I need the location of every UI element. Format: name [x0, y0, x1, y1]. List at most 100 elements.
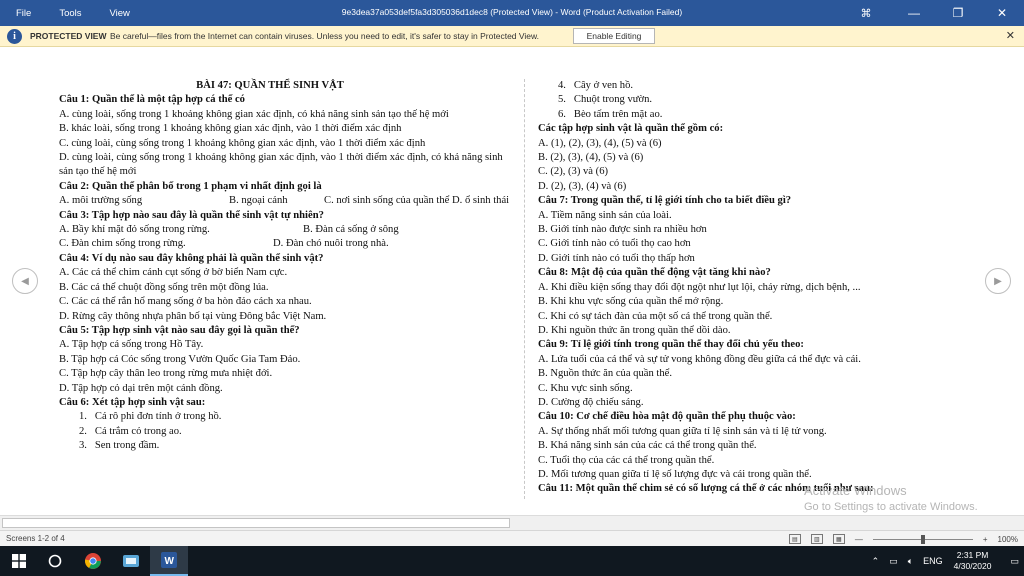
search-button[interactable] [36, 546, 74, 576]
chevron-right-icon: ▶ [994, 275, 1002, 287]
answer-line: D. Giới tính nào có tuổi thọ thấp hơn [538, 252, 695, 264]
app-taskbar-button[interactable] [112, 546, 150, 576]
answer-line: C. Khi có sự tách đàn của một số cá thể … [538, 310, 773, 322]
answer-line: C. Các cá thể rắn hổ mang sống ở ba hòn … [59, 296, 312, 308]
answer-line: D. Tập hợp cỏ dại trên một cánh đồng. [59, 382, 223, 394]
restore-button[interactable]: ❐ [936, 0, 980, 26]
start-button[interactable] [0, 546, 38, 576]
answer-option: C. Đàn chim sống trong rừng. [59, 238, 186, 250]
answer-option: D. Đàn chó nuôi trong nhà. [273, 238, 389, 250]
answer-line: A. Tập hợp cá sống trong Hồ Tây. [59, 339, 204, 351]
answer-line: D. Mối tương quan giữa tỉ lệ số lượng đự… [538, 468, 812, 480]
menu-bar: File Tools View [0, 0, 144, 26]
protected-view-bar: i PROTECTED VIEW Be careful—files from t… [0, 26, 1024, 47]
answer-line: B. Giới tính nào được sinh ra nhiều hơn [538, 224, 707, 236]
answer-line: B. Các cá thể chuột đồng sống trên một đ… [59, 281, 269, 293]
next-screen-button[interactable]: ▶ [985, 268, 1011, 294]
answer-option: B. ngoại cảnh [229, 195, 288, 207]
volume-icon[interactable]: 🔈︎ [908, 556, 913, 567]
answer-line: B. Tập hợp cá Cóc sống trong Vườn Quốc G… [59, 353, 301, 365]
question-5: Câu 5: Tập hợp sinh vật nào sau đây gọi … [59, 324, 300, 336]
close-button[interactable]: ✕ [980, 0, 1024, 26]
protected-view-label: PROTECTED VIEW [30, 31, 107, 41]
list-item: 3. Sen trong đầm. [79, 440, 160, 452]
previous-screen-button[interactable]: ◀ [12, 268, 38, 294]
screen-count: Screens 1-2 of 4 [6, 534, 65, 543]
menu-file[interactable]: File [0, 8, 45, 19]
word-icon: W [161, 552, 177, 568]
zoom-in-button[interactable]: + [983, 535, 988, 544]
doc-title: BÀI 47: QUẦN THỂ SINH VẬT [196, 80, 344, 91]
answer-option: D. ổ sinh thái [452, 195, 510, 207]
clock[interactable]: 2:31 PM 4/30/2020 [954, 550, 992, 572]
answer-line: B. Khả năng sinh sản của các cá thể tron… [538, 440, 757, 452]
list-item: 1. Cá rô phi đơn tính ở trong hồ. [79, 411, 222, 423]
app-icon [123, 555, 139, 567]
list-item: 5. Chuột trong vườn. [558, 94, 653, 106]
menu-tools[interactable]: Tools [45, 8, 95, 19]
question-heading: Các tập hợp sinh vật là quần thể gồm có: [538, 123, 724, 135]
zoom-slider[interactable] [872, 534, 973, 544]
minimize-button[interactable]: — [892, 0, 936, 26]
answer-option: B. Đàn cá sống ở sông [303, 224, 399, 236]
question-2: Câu 2: Quần thể phân bố trong 1 phạm vi … [59, 180, 322, 192]
question-1: Câu 1: Quần thể là một tập hợp cá thể có [59, 94, 245, 106]
question-10: Câu 10: Cơ chế điều hòa mật độ quần thể … [538, 411, 796, 423]
answer-line: A. Khi điều kiện sống thay đổi đột ngột … [538, 281, 861, 293]
question-8: Câu 8: Mật độ của quần thể động vật tăng… [538, 267, 771, 279]
title-bar: File Tools View 9e3dea37a053def5fa3d3050… [0, 0, 1024, 26]
question-7: Câu 7: Trong quần thể, tỉ lệ giới tính c… [538, 195, 792, 207]
activate-windows-watermark: Activate Windows Go to Settings to activ… [804, 483, 978, 515]
menu-view[interactable]: View [96, 8, 144, 19]
answer-line: C. Khu vực sinh sống. [538, 382, 633, 394]
zoom-level[interactable]: 100% [998, 535, 1018, 544]
windows-logo-icon [12, 554, 26, 568]
watermark-title: Activate Windows [804, 483, 907, 498]
answer-option: C. nơi sinh sống của quần thể [324, 195, 450, 207]
enable-editing-button[interactable]: Enable Editing [573, 28, 655, 44]
zoom-out-button[interactable]: — [855, 535, 863, 544]
answer-line: C. Đàn chim sống trong rừng. D. Đàn chó n… [59, 237, 511, 251]
cortana-circle-icon [48, 554, 62, 568]
svg-text:W: W [165, 556, 175, 567]
horizontal-scrollbar[interactable] [0, 515, 1024, 530]
answer-line: D. Cường độ chiếu sáng. [538, 396, 644, 408]
answer-option: A. môi trường sống [59, 195, 143, 207]
answer-line: A. Tiềm năng sinh sản của loài. [538, 209, 672, 221]
answer-line: A. môi trường sống B. ngoại cảnh C. nơi si… [59, 194, 511, 208]
answer-line: C. Tuổi thọ của các cá thể trong quần th… [538, 454, 715, 466]
answer-line: B. khác loài, sống trong 1 khoảng không … [59, 123, 402, 135]
network-icon[interactable]: ▭ [889, 556, 898, 567]
answer-line: B. (2), (3), (4), (5) và (6) [538, 152, 644, 164]
notification-icon[interactable]: ▭ [1010, 556, 1019, 567]
answer-line: B. Khi khu vực sống của quần thể mở rộng… [538, 296, 724, 308]
scrollbar-thumb[interactable] [2, 518, 510, 528]
document-area[interactable]: BÀI 47: QUẦN THỂ SINH VẬT Câu 1: Quần th… [0, 47, 1024, 515]
taskbar: W ⌃ ▭ 🔈︎ ENG 2:31 PM 4/30/2020 ▭ [0, 546, 1024, 576]
ribbon-display-icon[interactable]: ⌘ [846, 0, 886, 26]
list-item: 6. Bèo tấm trên mặt ao. [558, 108, 663, 120]
print-layout-icon[interactable]: ▥ [810, 534, 823, 544]
answer-line: D. (2), (3), (4) và (6) [538, 180, 627, 192]
question-6: Câu 6: Xét tập hợp sinh vật sau: [59, 396, 206, 408]
read-mode-icon[interactable]: ▤ [788, 534, 801, 544]
zoom-slider-handle[interactable] [920, 534, 925, 544]
system-tray: ⌃ ▭ 🔈︎ ENG 2:31 PM 4/30/2020 ▭ [867, 546, 1024, 576]
document-column-right: 4. Cây ở ven hồ. 5. Chuột trong vườn. 6.… [538, 79, 978, 497]
answer-line: A. Các cá thể chim cánh cụt sống ở bờ bi… [59, 267, 288, 279]
answer-line: D. Khi nguồn thức ăn trong quần thể dồi … [538, 324, 731, 336]
chevron-up-icon[interactable]: ⌃ [872, 556, 880, 567]
word-taskbar-button[interactable]: W [150, 546, 188, 576]
web-layout-icon[interactable]: ▦ [832, 534, 845, 544]
answer-line: A. Sự thống nhất mối tương quan giữa tỉ … [538, 425, 827, 437]
chrome-taskbar-button[interactable] [74, 546, 112, 576]
close-message-bar-icon[interactable]: ✕ [1006, 29, 1015, 42]
status-bar: Screens 1-2 of 4 ▤ ▥ ▦ — + 100% [0, 530, 1024, 546]
answer-line: A. Lứa tuổi của cá thể và sự tử vong khô… [538, 353, 861, 365]
answer-line: C. Tập hợp cây thân leo trong rừng mưa n… [59, 368, 273, 380]
clock-time: 2:31 PM [956, 550, 989, 560]
language-indicator[interactable]: ENG [923, 556, 943, 566]
protected-view-message: Be careful—files from the Internet can c… [110, 31, 540, 41]
question-3: Câu 3: Tập hợp nào sau đây là quần thể s… [59, 209, 324, 221]
answer-line: C. (2), (3) và (6) [538, 166, 609, 178]
